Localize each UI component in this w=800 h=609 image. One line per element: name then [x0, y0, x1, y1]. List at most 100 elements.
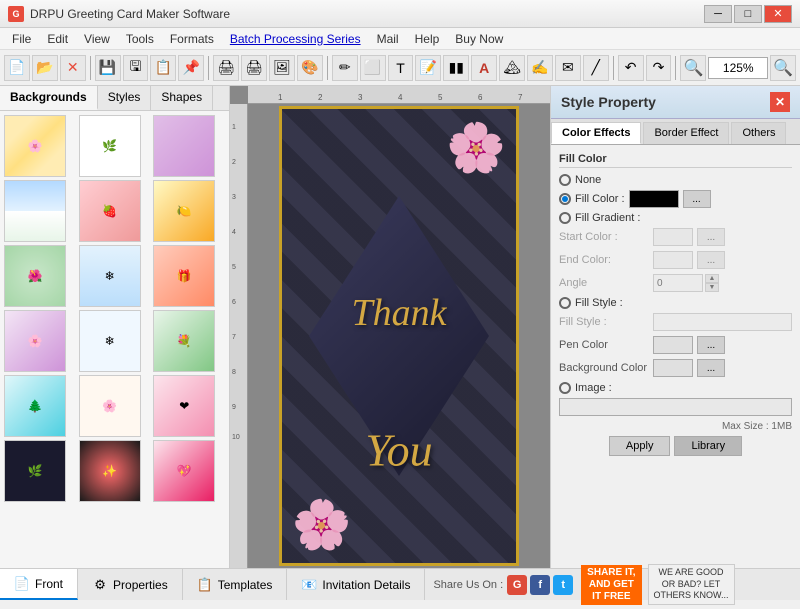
image-path-input[interactable]: [559, 398, 792, 416]
panel-scroll[interactable]: 🌸 🌿 🍓 🍋 🌺 ❄ 🎁 🌸 ❄ 💐 🌲 🌸 ❤ 🌿 ✨ 💖: [0, 111, 229, 568]
start-color-btn[interactable]: ...: [697, 228, 725, 246]
list-item[interactable]: ❤: [153, 375, 215, 437]
fill-color-picker-btn[interactable]: ...: [683, 190, 711, 208]
color-btn[interactable]: 🎨: [297, 55, 323, 81]
tab-templates[interactable]: 📋 Templates: [183, 569, 288, 600]
sig-btn[interactable]: ✍: [527, 55, 553, 81]
list-item[interactable]: [153, 115, 215, 177]
zoom-in-btn[interactable]: 🔍: [680, 55, 706, 81]
tab-styles[interactable]: Styles: [98, 86, 152, 110]
close-button[interactable]: ✕: [764, 5, 792, 23]
paste-btn[interactable]: 📌: [178, 55, 204, 81]
fill-style-dropdown[interactable]: [653, 313, 792, 331]
card-canvas[interactable]: 🌸 🌸 Thank You: [248, 104, 550, 568]
print-btn[interactable]: 🖨: [213, 55, 239, 81]
line-btn[interactable]: ╱: [583, 55, 609, 81]
menu-edit[interactable]: Edit: [39, 30, 76, 48]
style-close-button[interactable]: ✕: [770, 92, 790, 112]
list-item[interactable]: 🍋: [153, 180, 215, 242]
draw-btn[interactable]: ✏: [332, 55, 358, 81]
twitter-share-icon[interactable]: t: [553, 575, 573, 595]
font-btn[interactable]: A: [471, 55, 497, 81]
menu-formats[interactable]: Formats: [162, 30, 222, 48]
none-radio[interactable]: [559, 174, 571, 186]
text-btn[interactable]: T: [388, 55, 414, 81]
save-btn[interactable]: 💾: [95, 55, 121, 81]
open-btn[interactable]: 📂: [32, 55, 58, 81]
shape-btn[interactable]: ⬜: [360, 55, 386, 81]
image-radio[interactable]: [559, 382, 571, 394]
bg-color-btn[interactable]: ...: [697, 359, 725, 377]
angle-up[interactable]: ▲: [705, 274, 719, 283]
tab-border-effect[interactable]: Border Effect: [643, 122, 729, 144]
menu-help[interactable]: Help: [407, 30, 448, 48]
tab-others[interactable]: Others: [731, 122, 786, 144]
tab-shapes[interactable]: Shapes: [151, 86, 213, 110]
share-banner[interactable]: SHARE IT, AND GET IT FREE: [581, 565, 641, 605]
tab-color-effects[interactable]: Color Effects: [551, 122, 641, 144]
start-color-swatch[interactable]: [653, 228, 693, 246]
barcode-btn[interactable]: ▮▮: [443, 55, 469, 81]
list-item[interactable]: ❄: [79, 310, 141, 372]
list-item[interactable]: 🌸: [4, 115, 66, 177]
facebook-share-icon[interactable]: f: [530, 575, 550, 595]
fill-color-radio[interactable]: [559, 193, 571, 205]
pen-color-btn[interactable]: ...: [697, 336, 725, 354]
none-option-row: None: [559, 174, 792, 186]
good-bad-banner[interactable]: WE ARE GOOD OR BAD? LET OTHERS KNOW...: [648, 564, 735, 605]
list-item[interactable]: 💖: [153, 440, 215, 502]
angle-input[interactable]: [653, 274, 703, 292]
google-share-icon[interactable]: G: [507, 575, 527, 595]
copy-btn[interactable]: 📋: [150, 55, 176, 81]
textbox-btn[interactable]: 📝: [415, 55, 441, 81]
pic-btn[interactable]: 🏔: [499, 55, 525, 81]
zoom-out-btn[interactable]: 🔍: [770, 55, 796, 81]
list-item[interactable]: 🌲: [4, 375, 66, 437]
list-item[interactable]: ✨: [79, 440, 141, 502]
menu-tools[interactable]: Tools: [118, 30, 162, 48]
minimize-button[interactable]: ─: [704, 5, 732, 23]
list-item[interactable]: 🍓: [79, 180, 141, 242]
img-btn[interactable]: 🖼: [269, 55, 295, 81]
library-button[interactable]: Library: [674, 436, 742, 456]
tab-invitation[interactable]: 📧 Invitation Details: [287, 569, 425, 600]
maximize-button[interactable]: □: [734, 5, 762, 23]
undo-btn[interactable]: ↶: [618, 55, 644, 81]
list-item[interactable]: 🌸: [4, 310, 66, 372]
list-item[interactable]: 🌸: [79, 375, 141, 437]
delete-btn[interactable]: ✕: [60, 55, 86, 81]
fill-gradient-radio[interactable]: [559, 212, 571, 224]
print2-btn[interactable]: 🖨: [241, 55, 267, 81]
list-item[interactable]: 🌿: [4, 440, 66, 502]
tab-front[interactable]: 📄 Front: [0, 569, 78, 600]
tab-properties[interactable]: ⚙ Properties: [78, 569, 183, 600]
mail-btn[interactable]: ✉: [555, 55, 581, 81]
list-item[interactable]: 💐: [153, 310, 215, 372]
list-item[interactable]: 🌺: [4, 245, 66, 307]
redo-btn[interactable]: ↷: [646, 55, 672, 81]
menu-file[interactable]: File: [4, 30, 39, 48]
apply-button[interactable]: Apply: [609, 436, 671, 456]
end-color-btn[interactable]: ...: [697, 251, 725, 269]
angle-down[interactable]: ▼: [705, 283, 719, 292]
new-btn[interactable]: 📄: [4, 55, 30, 81]
fill-color-swatch[interactable]: [629, 190, 679, 208]
fill-style-select-row: Fill Style :: [559, 313, 792, 331]
menu-mail[interactable]: Mail: [369, 30, 407, 48]
save2-btn[interactable]: 🖫: [123, 55, 149, 81]
tab-backgrounds[interactable]: Backgrounds: [0, 86, 98, 110]
fill-style-radio[interactable]: [559, 297, 571, 309]
list-item[interactable]: [4, 180, 66, 242]
list-item[interactable]: ❄: [79, 245, 141, 307]
greeting-card[interactable]: 🌸 🌸 Thank You: [279, 106, 519, 566]
list-item[interactable]: 🎁: [153, 245, 215, 307]
bg-color-swatch[interactable]: [653, 359, 693, 377]
end-color-swatch[interactable]: [653, 251, 693, 269]
pen-color-swatch[interactable]: [653, 336, 693, 354]
zoom-level[interactable]: 125%: [708, 57, 768, 79]
list-item[interactable]: 🌿: [79, 115, 141, 177]
menu-batch[interactable]: Batch Processing Series: [222, 30, 369, 48]
sep2: [208, 56, 209, 80]
menu-view[interactable]: View: [76, 30, 118, 48]
menu-buynow[interactable]: Buy Now: [447, 30, 511, 48]
